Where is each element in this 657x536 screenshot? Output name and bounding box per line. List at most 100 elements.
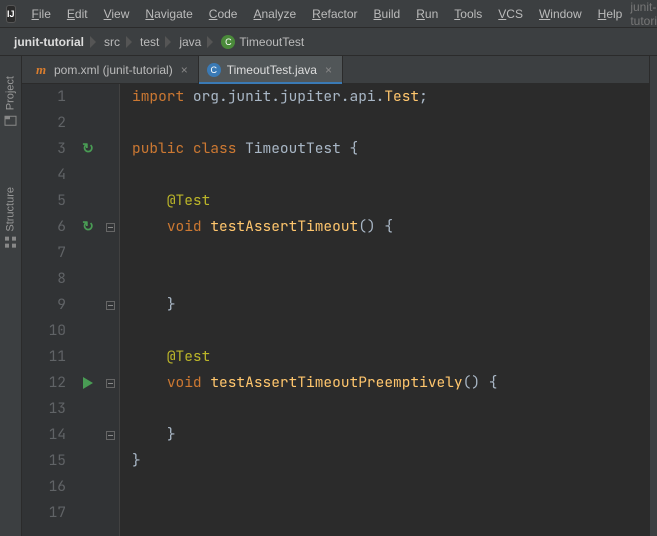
- line-number: 7: [22, 240, 66, 266]
- gutter-marker-empty: [74, 422, 102, 448]
- breadcrumb-segment[interactable]: test: [134, 33, 165, 51]
- code-content[interactable]: import org.junit.jupiter.api.Test; public…: [120, 84, 657, 536]
- fold-gutter: [102, 84, 120, 536]
- breadcrumb-root[interactable]: junit-tutorial: [8, 33, 90, 51]
- code-line[interactable]: import org.junit.jupiter.api.Test;: [132, 84, 657, 110]
- fold-empty: [102, 344, 119, 370]
- code-editor[interactable]: 1234567891011121314151617 ↻↻ import org.…: [22, 84, 657, 536]
- code-line[interactable]: }: [132, 422, 657, 448]
- breadcrumb-segment[interactable]: java: [173, 33, 207, 51]
- code-line[interactable]: @Test: [132, 344, 657, 370]
- fold-empty: [102, 396, 119, 422]
- code-line[interactable]: [132, 162, 657, 188]
- code-line[interactable]: }: [132, 292, 657, 318]
- line-number: 6: [22, 214, 66, 240]
- override-gutter-icon[interactable]: ↻: [74, 214, 102, 240]
- line-number: 8: [22, 266, 66, 292]
- line-number: 9: [22, 292, 66, 318]
- fold-empty: [102, 136, 119, 162]
- code-line[interactable]: void testAssertTimeout() {: [132, 214, 657, 240]
- line-number: 5: [22, 188, 66, 214]
- menu-bar: IJ FileEditViewNavigateCodeAnalyzeRefact…: [0, 0, 657, 28]
- chevron-right-icon: [126, 34, 134, 50]
- code-line[interactable]: void testAssertTimeoutPreemptively() {: [132, 370, 657, 396]
- breadcrumb-class[interactable]: C TimeoutTest: [215, 33, 310, 51]
- line-number: 11: [22, 344, 66, 370]
- fold-empty: [102, 110, 119, 136]
- editor-tab[interactable]: mpom.xml (junit-tutorial)×: [26, 56, 199, 83]
- menu-run[interactable]: Run: [408, 3, 446, 25]
- tool-window-bar-left: Project Structure: [0, 56, 22, 536]
- menu-refactor[interactable]: Refactor: [304, 3, 365, 25]
- error-stripe: [649, 56, 657, 536]
- run-gutter-icon[interactable]: [74, 370, 102, 396]
- gutter-marker-empty: [74, 84, 102, 110]
- menu-vcs[interactable]: VCS: [490, 3, 531, 25]
- code-line[interactable]: [132, 240, 657, 266]
- editor-area: mpom.xml (junit-tutorial)×CTimeoutTest.j…: [22, 56, 657, 536]
- gutter-marker-empty: [74, 396, 102, 422]
- fold-empty: [102, 240, 119, 266]
- menu-edit[interactable]: Edit: [59, 3, 96, 25]
- fold-handle[interactable]: [102, 370, 119, 396]
- code-line[interactable]: @Test: [132, 188, 657, 214]
- breadcrumb-segment[interactable]: src: [98, 33, 126, 51]
- line-number: 13: [22, 396, 66, 422]
- fold-empty: [102, 188, 119, 214]
- line-number: 16: [22, 474, 66, 500]
- code-line[interactable]: [132, 474, 657, 500]
- ide-logo: IJ: [6, 5, 16, 23]
- gutter-marker-empty: [74, 110, 102, 136]
- tool-tab-project[interactable]: Project: [4, 76, 17, 127]
- tool-tab-structure[interactable]: Structure: [4, 187, 17, 249]
- fold-empty: [102, 500, 119, 526]
- menu-tools[interactable]: Tools: [446, 3, 490, 25]
- gutter-marker-empty: [74, 292, 102, 318]
- fold-handle[interactable]: [102, 214, 119, 240]
- marker-gutter: ↻↻: [74, 84, 102, 536]
- menu-help[interactable]: Help: [590, 3, 631, 25]
- tab-label: pom.xml (junit-tutorial): [54, 63, 173, 77]
- code-line[interactable]: public class TimeoutTest {: [132, 136, 657, 162]
- menu-view[interactable]: View: [96, 3, 138, 25]
- menu-analyze[interactable]: Analyze: [245, 3, 304, 25]
- close-icon[interactable]: ×: [179, 63, 190, 77]
- fold-empty: [102, 448, 119, 474]
- line-number: 1: [22, 84, 66, 110]
- menu-navigate[interactable]: Navigate: [137, 3, 200, 25]
- main: Project Structure mpom.xml (junit-tutori…: [0, 56, 657, 536]
- fold-empty: [102, 266, 119, 292]
- fold-handle[interactable]: [102, 422, 119, 448]
- chevron-right-icon: [165, 34, 173, 50]
- code-line[interactable]: [132, 266, 657, 292]
- menu-file[interactable]: File: [24, 3, 59, 25]
- menu-window[interactable]: Window: [531, 3, 590, 25]
- fold-handle[interactable]: [102, 292, 119, 318]
- close-icon[interactable]: ×: [323, 63, 334, 77]
- menu-code[interactable]: Code: [201, 3, 246, 25]
- line-number-gutter: 1234567891011121314151617: [22, 84, 74, 536]
- line-number: 12: [22, 370, 66, 396]
- fold-empty: [102, 84, 119, 110]
- code-line[interactable]: [132, 396, 657, 422]
- chevron-right-icon: [207, 34, 215, 50]
- line-number: 10: [22, 318, 66, 344]
- gutter-marker-empty: [74, 474, 102, 500]
- java-class-icon: C: [207, 63, 221, 77]
- line-number: 17: [22, 500, 66, 526]
- line-number: 2: [22, 110, 66, 136]
- class-icon: C: [221, 35, 235, 49]
- code-line[interactable]: [132, 500, 657, 526]
- line-number: 14: [22, 422, 66, 448]
- editor-tab[interactable]: CTimeoutTest.java×: [199, 56, 343, 83]
- menu-build[interactable]: Build: [366, 3, 409, 25]
- project-icon: [4, 114, 17, 127]
- code-line[interactable]: }: [132, 448, 657, 474]
- code-line[interactable]: [132, 110, 657, 136]
- gutter-marker-empty: [74, 188, 102, 214]
- override-gutter-icon[interactable]: ↻: [74, 136, 102, 162]
- window-title: junit-tutori: [630, 0, 657, 28]
- line-number: 15: [22, 448, 66, 474]
- gutter-marker-empty: [74, 318, 102, 344]
- code-line[interactable]: [132, 318, 657, 344]
